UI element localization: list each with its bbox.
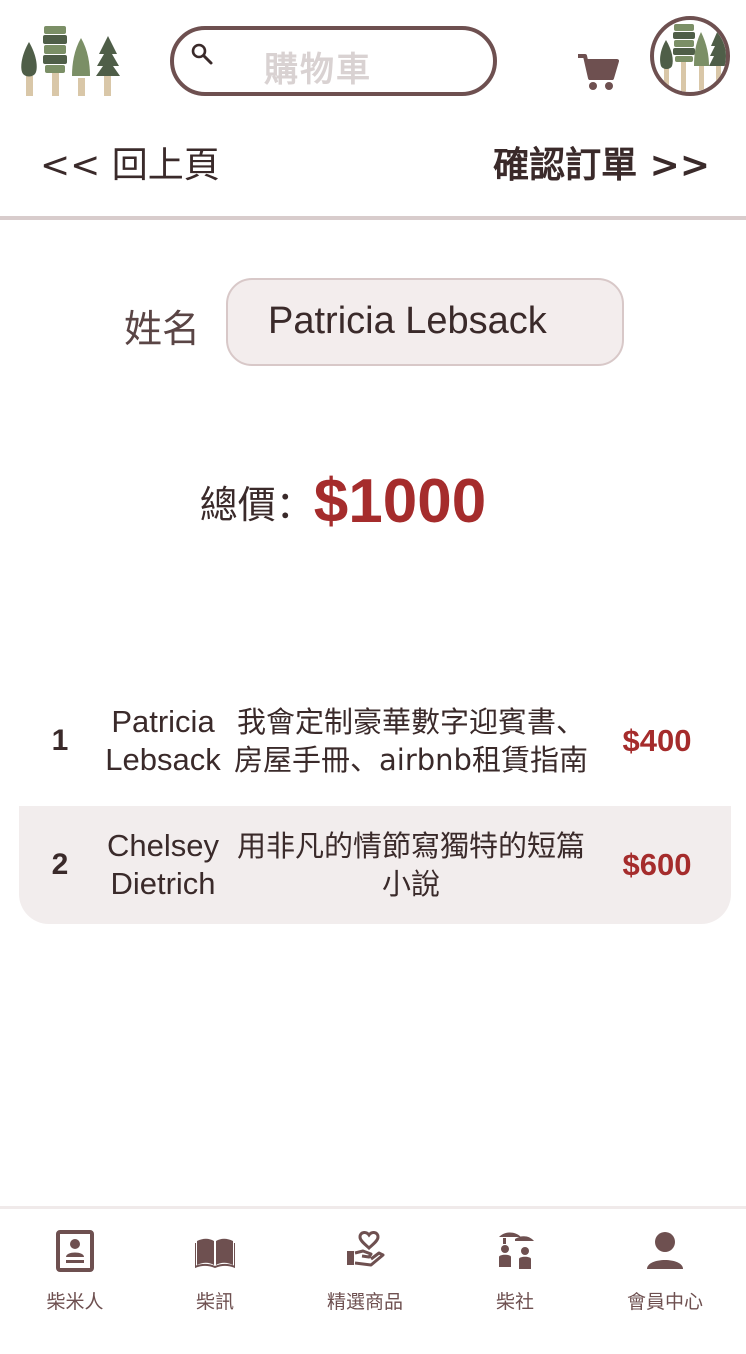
tab-label: 柴社 bbox=[495, 1291, 534, 1313]
name-field[interactable]: Patricia Lebsack bbox=[226, 278, 624, 366]
id-card-icon bbox=[56, 1230, 94, 1272]
avatar[interactable] bbox=[650, 16, 730, 96]
row-price: $600 bbox=[622, 847, 692, 882]
total-price: 總價：$1000 bbox=[0, 466, 746, 537]
tab-label: 柴訊 bbox=[195, 1291, 234, 1313]
trees-avatar-icon bbox=[660, 24, 726, 92]
confirm-order-link[interactable]: 確認訂單 >> bbox=[493, 136, 710, 188]
order-table: 1 Patricia Lebsack 我會定制豪華數字迎賓書、房屋手冊、airb… bbox=[19, 676, 731, 924]
total-label: 總價： bbox=[199, 483, 314, 527]
name-label: 姓名 bbox=[124, 307, 201, 351]
row-product-title: 用非凡的情節寫獨特的短篇小說 bbox=[236, 829, 585, 901]
tab-featured[interactable]: 精選商品 bbox=[290, 1209, 440, 1329]
back-link[interactable]: << 回上頁 bbox=[40, 136, 220, 188]
table-row[interactable]: 2 Chelsey Dietrich 用非凡的情節寫獨特的短篇小說 $600 bbox=[19, 806, 731, 924]
tab-label: 柴米人 bbox=[46, 1291, 104, 1313]
search-placeholder: 購物車 bbox=[264, 50, 372, 90]
row-price: $400 bbox=[622, 723, 692, 758]
row-product-title: 我會定制豪華數字迎賓書、房屋手冊、airbnb租賃指南 bbox=[234, 705, 588, 777]
table-row[interactable]: 1 Patricia Lebsack 我會定制豪華數字迎賓書、房屋手冊、airb… bbox=[19, 676, 731, 806]
tab-label: 會員中心 bbox=[626, 1291, 703, 1313]
tab-member-center[interactable]: 會員中心 bbox=[590, 1209, 740, 1329]
tab-community[interactable]: 柴社 bbox=[440, 1209, 590, 1329]
app-header: 購物車 bbox=[0, 0, 746, 122]
cart-icon[interactable] bbox=[576, 52, 620, 92]
tab-news[interactable]: 柴訊 bbox=[140, 1209, 290, 1329]
row-seller-name: Chelsey Dietrich bbox=[107, 828, 219, 901]
row-index: 2 bbox=[51, 848, 69, 881]
search-bar[interactable]: 購物車 bbox=[170, 26, 497, 96]
trees-logo-icon[interactable] bbox=[18, 24, 122, 98]
tab-people[interactable]: 柴米人 bbox=[0, 1209, 150, 1329]
row-seller-name: Patricia Lebsack bbox=[105, 704, 221, 777]
header-divider bbox=[0, 216, 746, 220]
book-icon bbox=[195, 1238, 235, 1269]
tab-label: 精選商品 bbox=[326, 1291, 403, 1313]
user-icon bbox=[647, 1232, 683, 1269]
row-index: 1 bbox=[51, 724, 69, 757]
total-value: $1000 bbox=[313, 467, 487, 536]
bottom-tab-bar: 柴米人 柴訊 精選商品 柴社 會員中心 bbox=[0, 1206, 746, 1354]
hand-heart-icon bbox=[347, 1231, 385, 1267]
group-icon bbox=[499, 1232, 534, 1269]
